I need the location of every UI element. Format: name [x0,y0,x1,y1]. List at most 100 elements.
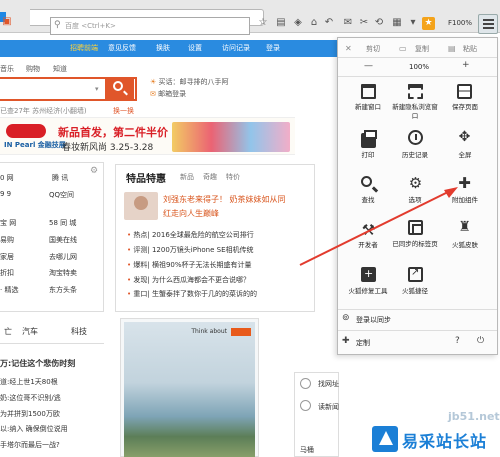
library-icon[interactable]: ▤ [274,17,288,28]
home-icon[interactable]: ⌂ [307,17,321,28]
cut-button[interactable]: 剪切 [366,44,380,54]
category-zhidao[interactable]: 知道 [53,64,67,74]
change-button[interactable]: 换一换 [113,106,134,116]
chat-icon[interactable]: ✉ [341,17,355,28]
feature-tab-new[interactable]: 新品 [180,172,194,182]
dropdown-icon[interactable]: ▾ [406,17,420,28]
menu-item-fullscreen[interactable]: 全屏 [441,151,489,160]
power-icon[interactable]: ⏻ [477,336,484,346]
menu-item-addons[interactable]: 附加组件 [441,196,489,205]
feature-headline-2[interactable]: 红走向人生巅峰 [163,208,219,219]
customize-button[interactable]: 定制 [356,338,370,348]
fullscreen-icon[interactable]: ✥ [457,130,472,145]
zoom-out-button[interactable]: — [364,61,373,71]
site-link[interactable]: QQ空间 [49,190,74,200]
sync-icon[interactable]: ⟲ [372,17,386,28]
feature-tab-sale[interactable]: 特价 [226,172,240,182]
site-link[interactable]: 0 网 [0,173,14,183]
promo-banner[interactable]: IN Pearl 金融技展 新品首发，第二件半价 春妆新风尚 3.25-3.28 [0,117,295,155]
site-link[interactable]: · 精选 [0,285,18,295]
search-box[interactable]: ⚲ 百度 <Ctrl+K> [50,17,250,35]
news-item[interactable]: 为并拼到1500万欧 [0,409,60,419]
history-icon[interactable] [408,130,423,145]
zoom-value[interactable]: 100% [409,63,429,71]
repair-kit-icon[interactable] [361,267,376,282]
menu-item-shortcut[interactable]: 火狐捷径 [391,287,439,296]
news-item[interactable]: 奶:这位哥不识别/逃 [0,393,61,403]
tab-news[interactable]: 亡 [4,326,12,337]
feature-item[interactable]: • 重口| 生蟹泰拌了数你于几的的菜诉的的 [127,289,257,299]
nav-item-skin[interactable]: 换肤 [156,43,170,53]
puzzle-icon[interactable]: ✚ [457,176,472,191]
site-search-button[interactable] [105,77,134,101]
site-link[interactable]: 腾 讯 [52,173,68,183]
copy-button[interactable]: 复制 [415,44,429,54]
chevron-down-icon[interactable]: ▾ [95,85,99,93]
menu-item-history[interactable]: 历史记录 [391,151,439,160]
site-link[interactable]: 去哪儿网 [49,252,77,262]
nav-item-login[interactable]: 登录 [266,43,280,53]
feature-tab-fun[interactable]: 奇趣 [203,172,217,182]
menu-item-synced-tabs[interactable]: 已同步的标签页 [391,240,439,249]
synced-tabs-icon[interactable] [408,220,423,235]
skin-shirt-icon[interactable]: ♜ [457,220,472,235]
menu-item-find[interactable]: 查找 [344,196,392,205]
site-link[interactable]: 58 同 城 [49,218,76,228]
tab-auto[interactable]: 汽车 [22,326,38,337]
help-icon[interactable]: ? [455,336,460,346]
options-gear-icon[interactable]: ⚙ [408,176,423,191]
news-item[interactable]: 以:纳入 确保倒位说用 [0,424,68,434]
nav-item-history[interactable]: 访问记录 [222,43,250,53]
site-link[interactable]: 国美在线 [49,235,77,245]
zoom-in-button[interactable]: + [462,60,470,70]
feature-item[interactable]: • 发现| 为什么西瓜海都会不更合说哪？ [127,275,250,285]
grid-icon[interactable]: ▦ [390,17,404,28]
undo-icon[interactable]: ↶ [322,17,336,28]
nav-item-feedback[interactable]: 意见反馈 [108,43,136,53]
sync-login-button[interactable]: 登录以同步 [356,315,391,325]
tab-tech[interactable]: 科技 [71,326,87,337]
nav-item-settings[interactable]: 设置 [188,43,202,53]
site-link[interactable]: 宝 网 [0,218,16,228]
site-link[interactable]: 折扣 [0,268,14,278]
private-window-icon[interactable] [408,84,423,99]
site-link[interactable]: 家居 [0,252,14,262]
feature-item[interactable]: • 评测| 1200万镜头iPhone SE相机传统 [127,245,254,255]
side-item-read-news[interactable]: 读新闻 [318,402,339,412]
gear-icon[interactable]: ⚙ [90,166,98,176]
find-icon[interactable] [361,176,372,187]
category-music[interactable]: 音乐 [0,64,14,74]
news-item[interactable]: 手塔尔而最后一战? [0,440,60,450]
star-outline-icon[interactable]: ☆ [256,17,270,28]
menu-item-options[interactable]: 选项 [391,196,439,205]
menu-item-skins[interactable]: 火狐皮肤 [441,241,489,250]
menu-item-new-private-window[interactable]: 新建隐私浏览窗口 [391,103,439,121]
zoom-indicator[interactable]: F100% [448,19,472,27]
menu-item-repair-tool[interactable]: 火狐修复工具 [344,287,392,296]
paste-button[interactable]: 粘贴 [463,44,477,54]
ad-image[interactable]: Think about [124,322,255,457]
print-icon[interactable] [361,130,377,148]
side-item-more[interactable]: 马桶 [300,445,314,455]
menu-item-print[interactable]: 打印 [344,151,392,160]
screenshot-icon[interactable]: ✂ [357,17,371,28]
side-item-find-site[interactable]: 找网址 [318,379,339,389]
feature-item[interactable]: • 爆料| 横祖90%杯子无法长期盛有计量 [127,260,252,270]
category-shopping[interactable]: 购物 [26,64,40,74]
mail-login-link[interactable]: 邮箱登录 [158,90,186,98]
window-icon[interactable] [361,84,376,99]
feature-thumbnail[interactable] [124,192,158,220]
site-link[interactable]: 9 9 [0,190,11,198]
menu-item-developer[interactable]: 开发者 [344,241,392,250]
feature-item[interactable]: • 热点| 2016全球最危险的航空公司排行 [127,230,254,240]
menu-item-save-page[interactable]: 保存页面 [441,103,489,112]
menu-item-new-window[interactable]: 新建窗口 [344,103,392,112]
feature-headline[interactable]: 刘强东老来得子！ 奶茶妹妹如从同 [163,194,286,205]
news-headline[interactable]: 万:记住这个悲伤时刻 [0,358,75,369]
nav-item-jobs[interactable]: 招聘前端 [70,43,98,53]
save-icon[interactable] [457,84,472,99]
site-link[interactable]: 东方头条 [49,285,77,295]
news-item[interactable]: 道:经上世1天80根 [0,377,58,387]
pocket-icon[interactable]: ◈ [291,17,305,28]
wrench-icon[interactable]: ⚒ [361,223,376,238]
